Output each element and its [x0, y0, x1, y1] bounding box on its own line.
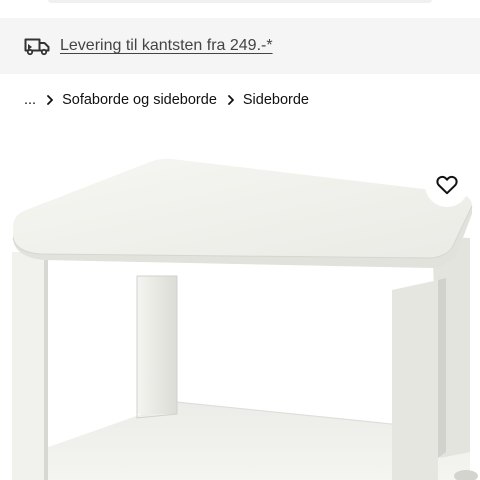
chevron-right-icon: [227, 95, 234, 105]
chevron-right-icon: [47, 95, 53, 105]
truck-icon: [24, 38, 50, 56]
side-table-image: [12, 158, 478, 480]
search-field-edge: [0, 0, 480, 16]
favourite-button[interactable]: [425, 163, 469, 207]
delivery-banner[interactable]: Levering til kantsten fra 249.-*: [0, 18, 480, 74]
breadcrumb: ... Sofaborde og sideborde Sideborde: [24, 89, 309, 111]
product-page: Levering til kantsten fra 249.-* ... Sof…: [0, 0, 480, 480]
breadcrumb-sofaborde[interactable]: Sofaborde og sideborde: [62, 92, 217, 108]
delivery-link[interactable]: Levering til kantsten fra 249.-*: [60, 35, 273, 57]
breadcrumb-ellipsis[interactable]: ...: [24, 92, 36, 108]
heart-icon: [436, 175, 458, 195]
search-field-bottom[interactable]: [48, 0, 432, 3]
breadcrumb-sideborde[interactable]: Sideborde: [243, 92, 309, 108]
